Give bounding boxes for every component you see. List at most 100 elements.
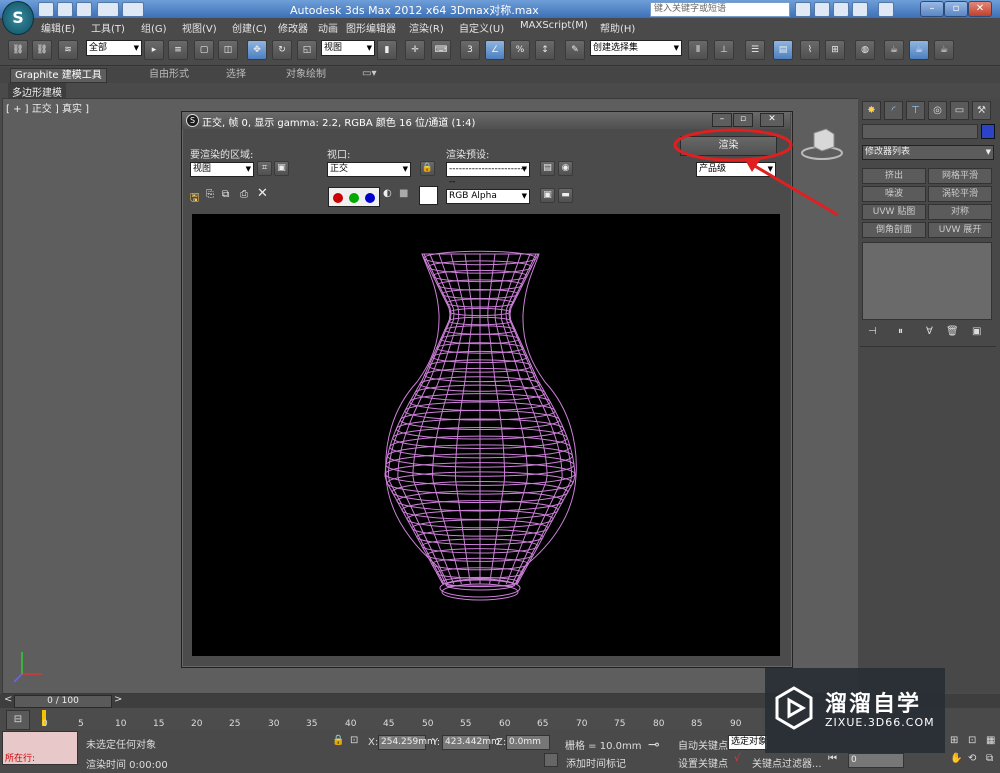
render-setup-icon[interactable]: ☕ — [884, 40, 904, 60]
ribbon-tab-graphite[interactable]: Graphite 建模工具 — [10, 68, 107, 83]
pivot-center-icon[interactable]: ▮ — [377, 40, 397, 60]
mini-curve-editor-icon[interactable]: ⊟ — [6, 710, 30, 730]
render-window-close-button[interactable]: ✕ — [760, 113, 784, 127]
utilities-tab-icon[interactable]: ⚒ — [972, 101, 991, 120]
keyboard-shortcut-icon[interactable]: ⌨ — [431, 40, 451, 60]
close-button[interactable]: ✕ — [968, 1, 992, 17]
save-file-icon[interactable] — [76, 2, 92, 17]
redo-icon[interactable] — [122, 2, 144, 17]
angle-snap-icon[interactable]: ∠ — [485, 40, 505, 60]
area-to-render-dropdown[interactable]: 视图 — [190, 162, 254, 177]
menu-help[interactable]: 帮助(H) — [600, 20, 635, 35]
render-setup-small-icon[interactable]: ▤ — [540, 161, 555, 176]
maxscript-listener[interactable]: 所在行: — [2, 731, 78, 765]
link-icon[interactable]: ⛓ — [8, 40, 28, 60]
menu-maxscript[interactable]: MAXScript(M) — [520, 20, 588, 31]
rendered-image-canvas[interactable] — [192, 214, 780, 656]
ribbon-tab-object-paint[interactable]: 对象绘制 — [282, 68, 330, 81]
pan-view-icon[interactable]: ✋ — [950, 753, 962, 764]
clear-image-icon[interactable]: ✕ — [257, 186, 268, 201]
display-channel-dropdown[interactable]: RGB Alpha — [446, 189, 530, 204]
edit-region-icon[interactable]: ⌗ — [257, 161, 272, 176]
layer-manager-icon[interactable]: ☰ — [745, 40, 765, 60]
add-time-tag-button[interactable]: 添加时间标记 — [566, 755, 626, 770]
schematic-view-icon[interactable]: ⊞ — [825, 40, 845, 60]
key-filters-button[interactable]: 关键点过滤器... — [752, 755, 822, 770]
rendered-frame-window-icon[interactable]: ☕ — [909, 40, 929, 60]
move-icon[interactable]: ✥ — [247, 40, 267, 60]
configure-sets-icon[interactable]: ▣ — [972, 326, 981, 337]
absolute-mode-icon[interactable]: ⊡ — [350, 735, 358, 746]
bind-space-warp-icon[interactable]: ≋ — [58, 40, 78, 60]
ribbon-tab-freeform[interactable]: 自由形式 — [145, 68, 193, 81]
help-icon[interactable] — [878, 2, 894, 17]
menu-customize[interactable]: 自定义(U) — [459, 20, 504, 35]
snap-toggle-icon[interactable]: 3 — [460, 40, 480, 60]
modifier-unwrap-uvw-button[interactable]: UVW 展开 — [928, 222, 992, 238]
unlink-icon[interactable]: ⛓ — [32, 40, 52, 60]
blue-channel-toggle[interactable] — [363, 191, 377, 205]
minimize-button[interactable]: – — [920, 1, 944, 17]
menu-create[interactable]: 创建(C) — [232, 20, 267, 35]
modifier-bevel-profile-button[interactable]: 倒角剖面 — [862, 222, 926, 238]
reference-coord-dropdown[interactable]: 视图 — [321, 40, 375, 56]
window-crossing-icon[interactable]: ◫ — [218, 40, 238, 60]
graphite-toggle-icon[interactable]: ▤ — [773, 40, 793, 60]
search-input[interactable]: 键入关键字或短语 — [650, 2, 790, 17]
x-coordinate-field[interactable]: 254.259mm — [378, 735, 436, 750]
orbit-icon[interactable]: ⟲ — [968, 753, 976, 764]
modify-tab-icon[interactable]: ◜ — [884, 101, 903, 120]
ribbon-options-icon[interactable]: ▭▾ — [362, 68, 376, 79]
toggle-ui-icon[interactable]: ▬ — [558, 188, 573, 203]
menu-graph-editors[interactable]: 图形编辑器 — [346, 20, 396, 35]
toggle-ui-overlay-icon[interactable]: ▣ — [540, 188, 555, 203]
field-of-view-icon[interactable]: ▦ — [986, 735, 995, 746]
app-logo-button[interactable]: S — [2, 1, 34, 35]
named-selection-dropdown[interactable]: 创建选择集 — [590, 40, 682, 56]
go-to-start-icon[interactable]: ⏮ — [828, 753, 837, 764]
menu-animation[interactable]: 动画 — [318, 20, 338, 35]
menu-views[interactable]: 视图(V) — [182, 20, 217, 35]
current-frame-field[interactable]: 0 — [848, 753, 904, 768]
binoculars-icon[interactable] — [795, 2, 811, 17]
modifier-uvw-map-button[interactable]: UVW 贴图 — [862, 204, 926, 220]
zoom-all-icon[interactable]: ⊡ — [968, 735, 976, 746]
auto-region-icon[interactable]: ▣ — [274, 161, 289, 176]
remove-modifier-icon[interactable]: 🗑 — [946, 326, 959, 337]
zoom-extents-icon[interactable]: ⊞ — [950, 735, 958, 746]
selection-lock-icon[interactable]: 🔒 — [332, 735, 344, 746]
time-prev-icon[interactable]: < — [4, 694, 12, 705]
new-file-icon[interactable] — [38, 2, 54, 17]
pin-stack-icon[interactable]: ⊣ — [868, 326, 877, 337]
restore-button[interactable]: ▫ — [944, 1, 968, 17]
menu-modifiers[interactable]: 修改器 — [278, 20, 308, 35]
render-window-minimize-button[interactable]: – — [712, 113, 732, 127]
render-window-maximize-button[interactable]: ▫ — [733, 113, 753, 127]
curve-editor-icon[interactable]: ⌇ — [800, 40, 820, 60]
favorites-icon[interactable] — [833, 2, 849, 17]
select-object-icon[interactable]: ▸ — [144, 40, 164, 60]
percent-snap-icon[interactable]: % — [510, 40, 530, 60]
copy-image-icon[interactable]: ⎘ — [206, 189, 214, 200]
create-tab-icon[interactable]: ✸ — [862, 101, 881, 120]
align-icon[interactable]: ⊥ — [714, 40, 734, 60]
show-end-result-icon[interactable]: ⏸ — [898, 326, 903, 337]
motion-tab-icon[interactable]: ◎ — [928, 101, 947, 120]
green-channel-toggle[interactable] — [347, 191, 361, 205]
print-image-icon[interactable]: ⎙ — [240, 189, 248, 200]
select-manipulate-icon[interactable]: ✛ — [405, 40, 425, 60]
rotate-icon[interactable]: ↻ — [272, 40, 292, 60]
render-button[interactable]: 渲染 — [680, 136, 777, 156]
render-production-icon[interactable]: ☕ — [934, 40, 954, 60]
viewport-label[interactable]: [ + ] 正交 ] 真实 ] — [6, 100, 89, 115]
maximize-viewport-icon[interactable]: ⧉ — [986, 753, 993, 764]
modifier-noise-button[interactable]: 噪波 — [862, 186, 926, 202]
auto-key-selection-dropdown[interactable]: 选定对象 — [728, 735, 768, 750]
material-editor-icon[interactable]: ◍ — [855, 40, 875, 60]
edit-named-selection-icon[interactable]: ✎ — [565, 40, 585, 60]
menu-rendering[interactable]: 渲染(R) — [409, 20, 444, 35]
save-image-icon[interactable]: 🖫 — [190, 189, 199, 208]
object-color-swatch[interactable] — [981, 124, 995, 139]
modifier-extrude-button[interactable]: 挤出 — [862, 168, 926, 184]
time-slider-thumb[interactable]: 0 / 100 — [14, 695, 112, 708]
